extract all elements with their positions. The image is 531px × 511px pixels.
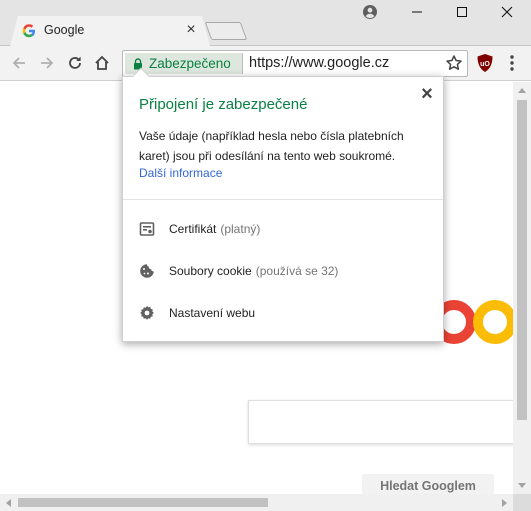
maximize-button[interactable]: [439, 0, 484, 24]
scroll-down-button[interactable]: [513, 478, 531, 494]
cookies-row[interactable]: Soubory cookie (používá se 32): [139, 261, 338, 281]
window-close-button[interactable]: [484, 0, 529, 24]
back-button[interactable]: [8, 52, 30, 74]
google-search-button[interactable]: Hledat Googlem: [362, 474, 494, 494]
scrollbar-corner: [513, 494, 531, 511]
gear-icon: [140, 305, 154, 320]
google-favicon-icon: [22, 24, 35, 38]
popup-close-button[interactable]: ×: [417, 84, 437, 104]
popup-description: Vaše údaje (například hesla nebo čísla p…: [139, 129, 404, 163]
cookies-label: Soubory cookie: [169, 264, 252, 278]
certificate-icon: [139, 222, 155, 236]
scroll-up-button[interactable]: [513, 82, 531, 98]
triangle-left-icon: [6, 498, 11, 507]
vertical-scrollbar[interactable]: [513, 82, 531, 494]
menu-dots-icon[interactable]: [505, 52, 519, 74]
home-button[interactable]: [91, 52, 113, 74]
minimize-icon: [411, 11, 422, 13]
address-bar[interactable]: Zabezpečeno https://www.google.cz: [122, 50, 468, 77]
minimize-button[interactable]: [394, 0, 439, 24]
new-tab-button[interactable]: [204, 22, 248, 40]
scroll-right-button[interactable]: [497, 494, 513, 511]
certificate-row[interactable]: Certifikát (platný): [139, 219, 260, 239]
site-info-popup: Připojení je zabezpečené × Vaše údaje (n…: [122, 67, 444, 342]
horizontal-scroll-thumb[interactable]: [18, 498, 268, 507]
popup-divider: [123, 199, 443, 200]
tab-close-button[interactable]: ×: [182, 21, 200, 39]
google-logo-o-yellow: [473, 300, 517, 344]
certificate-label: Certifikát: [169, 222, 217, 236]
triangle-down-icon: [518, 483, 526, 488]
popup-title: Připojení je zabezpečené: [139, 96, 308, 113]
close-icon: [501, 6, 512, 18]
cookies-count: (používá se 32): [255, 264, 339, 278]
certificate-status: (platný): [220, 222, 261, 236]
ublock-extension-icon[interactable]: uO: [476, 53, 494, 73]
url-text[interactable]: https://www.google.cz: [249, 55, 389, 71]
svg-text:uO: uO: [480, 61, 490, 68]
secure-label: Zabezpečeno: [149, 56, 231, 71]
tab-title: Google: [44, 23, 85, 37]
arrow-right-icon: [41, 57, 54, 69]
forward-button[interactable]: [36, 52, 58, 74]
site-settings-label: Nastavení webu: [169, 306, 256, 320]
tab-google[interactable]: Google ×: [10, 16, 210, 46]
reload-button[interactable]: [64, 52, 86, 74]
site-settings-row[interactable]: Nastavení webu: [139, 303, 255, 323]
reload-icon: [69, 56, 81, 69]
tab-strip: Google ×: [0, 0, 531, 46]
maximize-icon: [456, 7, 467, 17]
scroll-left-button[interactable]: [0, 494, 16, 511]
more-info-link[interactable]: Další informace: [139, 166, 222, 180]
profile-icon[interactable]: [362, 4, 378, 20]
horizontal-scrollbar[interactable]: [0, 494, 513, 511]
cookie-icon: [140, 264, 154, 278]
home-icon: [95, 55, 109, 70]
bookmark-star-icon[interactable]: [445, 54, 463, 72]
search-input[interactable]: [248, 400, 531, 444]
triangle-up-icon: [518, 88, 526, 93]
arrow-left-icon: [12, 57, 25, 69]
triangle-right-icon: [502, 498, 507, 507]
vertical-scroll-thumb[interactable]: [517, 100, 527, 420]
